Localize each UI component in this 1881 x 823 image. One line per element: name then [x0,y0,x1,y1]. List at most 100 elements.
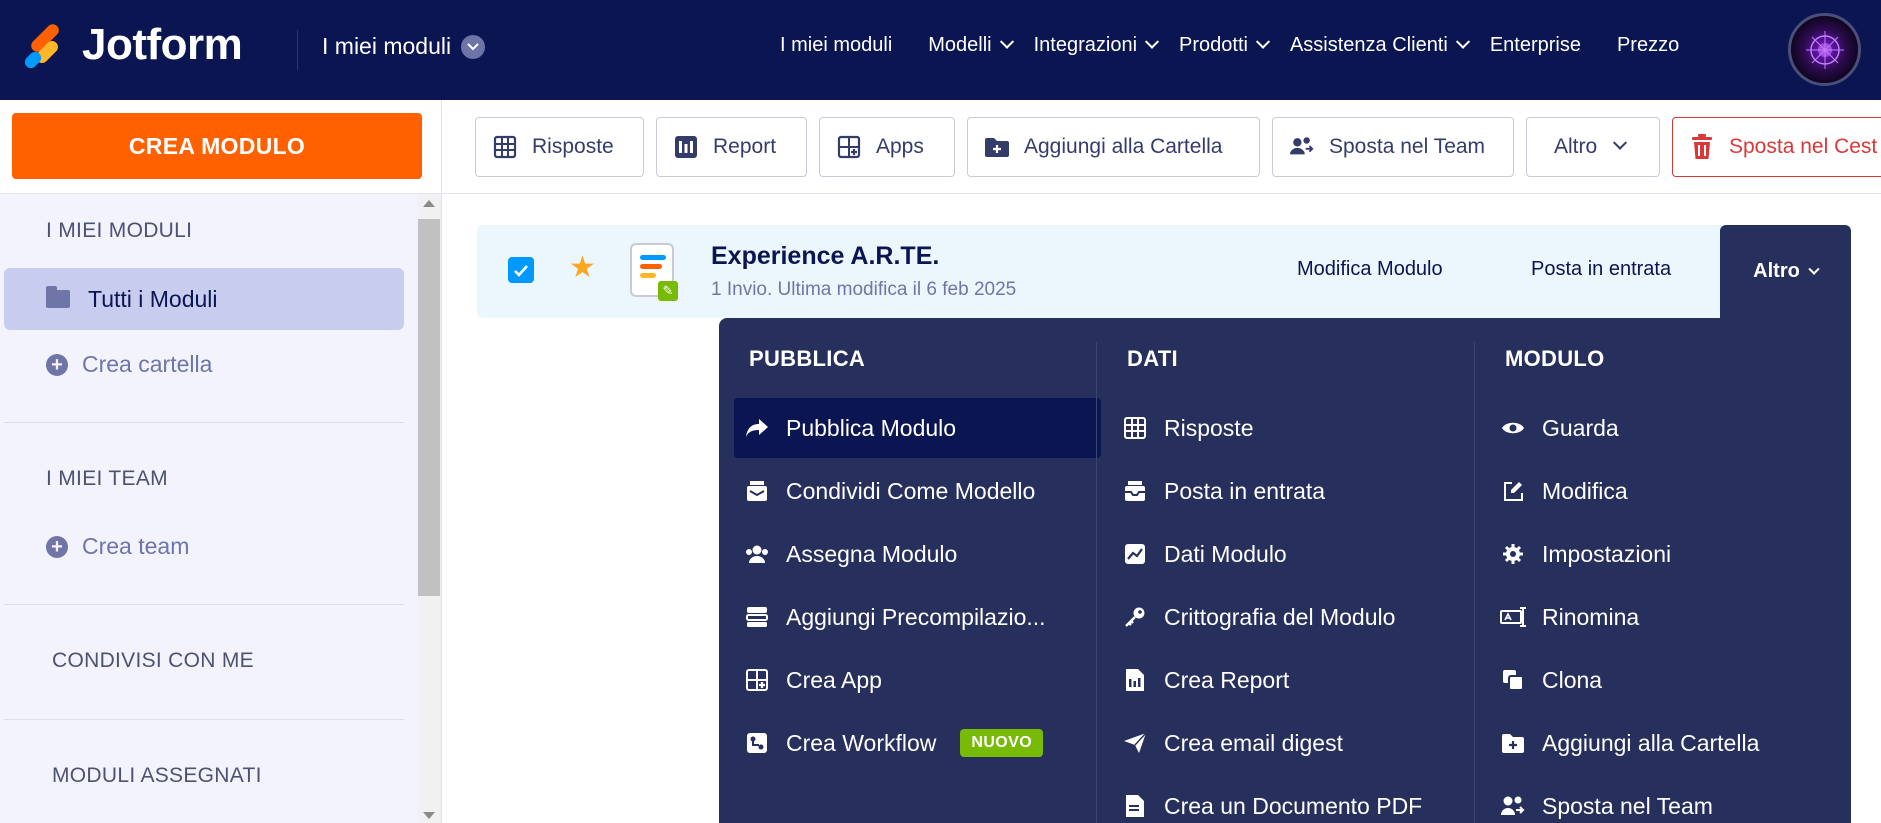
menu-item-add-to-folder[interactable]: Aggiungi alla Cartella [1490,713,1759,773]
menu-item-label: Crea un Documento PDF [1164,792,1423,819]
divider [4,719,404,720]
nav-link-my-forms[interactable]: I miei moduli [780,34,892,57]
nav-link-label: Prezzo [1616,34,1680,56]
menu-item-move-to-team[interactable]: Sposta nel Team [1490,776,1713,823]
jotform-logo[interactable]: Jotform [20,20,243,71]
menu-item-create-workflow[interactable]: Crea Workflow NUOVO [734,713,1044,773]
report-button[interactable]: Report [656,117,807,177]
sidebar-item-shared-with-me[interactable]: CONDIVISI CON ME [52,649,254,673]
menu-item-edit[interactable]: Modifica [1490,461,1628,521]
avatar-network-icon [1805,30,1844,69]
rename-icon [1500,604,1526,630]
menu-heading-form: MODULO [1505,346,1605,371]
menu-item-settings[interactable]: Impostazioni [1490,524,1671,584]
nav-link-products[interactable]: Prodotti [1179,34,1271,57]
report-icon [673,134,699,160]
menu-item-assign-form[interactable]: Assegna Modulo [734,524,957,584]
menu-item-label: Clona [1542,666,1603,693]
divider [4,604,404,605]
menu-item-add-prefill[interactable]: Aggiungi Precompilazio... [734,587,1046,647]
nav-link-integrations[interactable]: Integrazioni [1033,34,1160,57]
menu-item-share-as-template[interactable]: Condividi Come Modello [734,461,1035,521]
scroll-up-arrow-icon[interactable] [423,200,435,207]
create-form-button[interactable]: CREA MODULO [12,113,422,179]
move-to-trash-label: Sposta nel Cest [1729,135,1878,158]
menu-item-label: Crea App [786,666,882,693]
scrollbar-thumb[interactable] [418,219,440,596]
chevron-down-icon [461,34,486,59]
chevron-down-icon [1144,34,1160,49]
main-nav: I miei moduli Modelli Integrazioni Prodo… [780,34,1715,57]
workspace-switcher[interactable]: I miei moduli [322,33,486,60]
menu-item-inbox[interactable]: Posta in entrata [1112,461,1325,521]
app-icon [836,134,862,160]
plus-circle-icon: + [46,353,68,376]
form-list-item[interactable]: ★ ✎ Experience A.R.TE. 1 Invio. Ultima m… [477,225,1851,318]
add-to-folder-label: Aggiungi alla Cartella [1024,135,1223,158]
menu-item-create-report[interactable]: Crea Report [1112,650,1289,710]
chevron-down-icon [1808,263,1820,275]
new-badge: NUOVO [960,729,1044,757]
user-avatar[interactable] [1788,13,1861,86]
plus-circle-icon: + [46,535,68,558]
form-more-menu: PUBBLICA Pubblica Modulo Condividi Come … [719,318,1851,823]
form-title[interactable]: Experience A.R.TE. [711,242,939,271]
create-team-button[interactable]: + Crea team [46,533,189,560]
clone-icon [1500,667,1526,693]
sidebar-item-assigned-forms[interactable]: MODULI ASSEGNATI [52,764,262,788]
eye-icon [1500,415,1526,441]
chevron-down-icon [1255,34,1271,49]
form-select-checkbox[interactable] [508,257,534,283]
send-icon [1122,730,1148,756]
menu-heading-publish: PUBBLICA [749,346,866,371]
responses-button[interactable]: Risposte [475,117,644,177]
menu-item-view[interactable]: Guarda [1490,398,1619,458]
inbox-button[interactable]: Posta in entrata [1531,258,1671,281]
nav-link-label: Prodotti [1179,34,1248,56]
team-move-icon [1289,134,1315,160]
menu-heading-data: DATI [1127,346,1178,371]
nav-link-enterprise[interactable]: Enterprise [1490,34,1581,57]
sidebar-heading-my-teams: I MIEI TEAM [46,467,168,490]
menu-item-form-encryption[interactable]: Crittografia del Modulo [1112,587,1395,647]
menu-item-label: Crittografia del Modulo [1164,603,1396,630]
menu-item-clone[interactable]: Clona [1490,650,1602,710]
edit-icon [1500,478,1526,504]
nav-link-support[interactable]: Assistenza Clienti [1290,34,1470,57]
sidebar-item-all-forms[interactable]: Tutti i Moduli [4,268,404,330]
scroll-down-arrow-icon[interactable] [423,812,435,819]
star-favorite-icon[interactable]: ★ [569,253,596,283]
menu-item-create-pdf[interactable]: Crea un Documento PDF [1112,776,1422,823]
form-thumbnail-icon: ✎ [630,243,678,301]
create-folder-button[interactable]: + Crea cartella [46,351,212,378]
users-icon [744,541,770,567]
form-more-button[interactable]: Altro [1720,225,1851,318]
divider [4,422,404,423]
menu-item-create-app[interactable]: Crea App [734,650,882,710]
menu-item-label: Guarda [1542,414,1619,441]
chevron-down-icon [1455,34,1470,49]
menu-item-form-data[interactable]: Dati Modulo [1112,524,1287,584]
menu-item-rename[interactable]: Rinomina [1490,587,1639,647]
more-actions-dropdown[interactable]: Altro [1526,117,1660,177]
edit-form-button[interactable]: Modifica Modulo [1297,258,1443,281]
apps-button[interactable]: Apps [819,117,955,177]
menu-item-label: Crea Workflow [786,729,937,756]
nav-link-templates[interactable]: Modelli [928,34,1014,57]
nav-link-label: Integrazioni [1033,34,1138,56]
menu-item-create-email-digest[interactable]: Crea email digest [1112,713,1343,773]
add-to-folder-button[interactable]: Aggiungi alla Cartella [967,117,1260,177]
menu-item-label: Assegna Modulo [786,540,958,567]
menu-item-label: Condividi Come Modello [786,477,1036,504]
menu-item-responses[interactable]: Risposte [1112,398,1253,458]
menu-item-label: Sposta nel Team [1542,792,1713,819]
move-to-team-button[interactable]: Sposta nel Team [1272,117,1514,177]
nav-link-pricing[interactable]: Prezzo [1617,34,1679,57]
menu-item-publish-form[interactable]: Pubblica Modulo [734,398,1101,458]
move-to-trash-button[interactable]: Sposta nel Cest [1672,117,1881,177]
menu-item-label: Impostazioni [1542,540,1672,567]
responses-label: Risposte [532,135,614,158]
menu-item-label: Rinomina [1542,603,1640,630]
sidebar: I MIEI MODULI Tutti i Moduli + Crea cart… [0,194,417,823]
folder-icon [46,286,70,308]
